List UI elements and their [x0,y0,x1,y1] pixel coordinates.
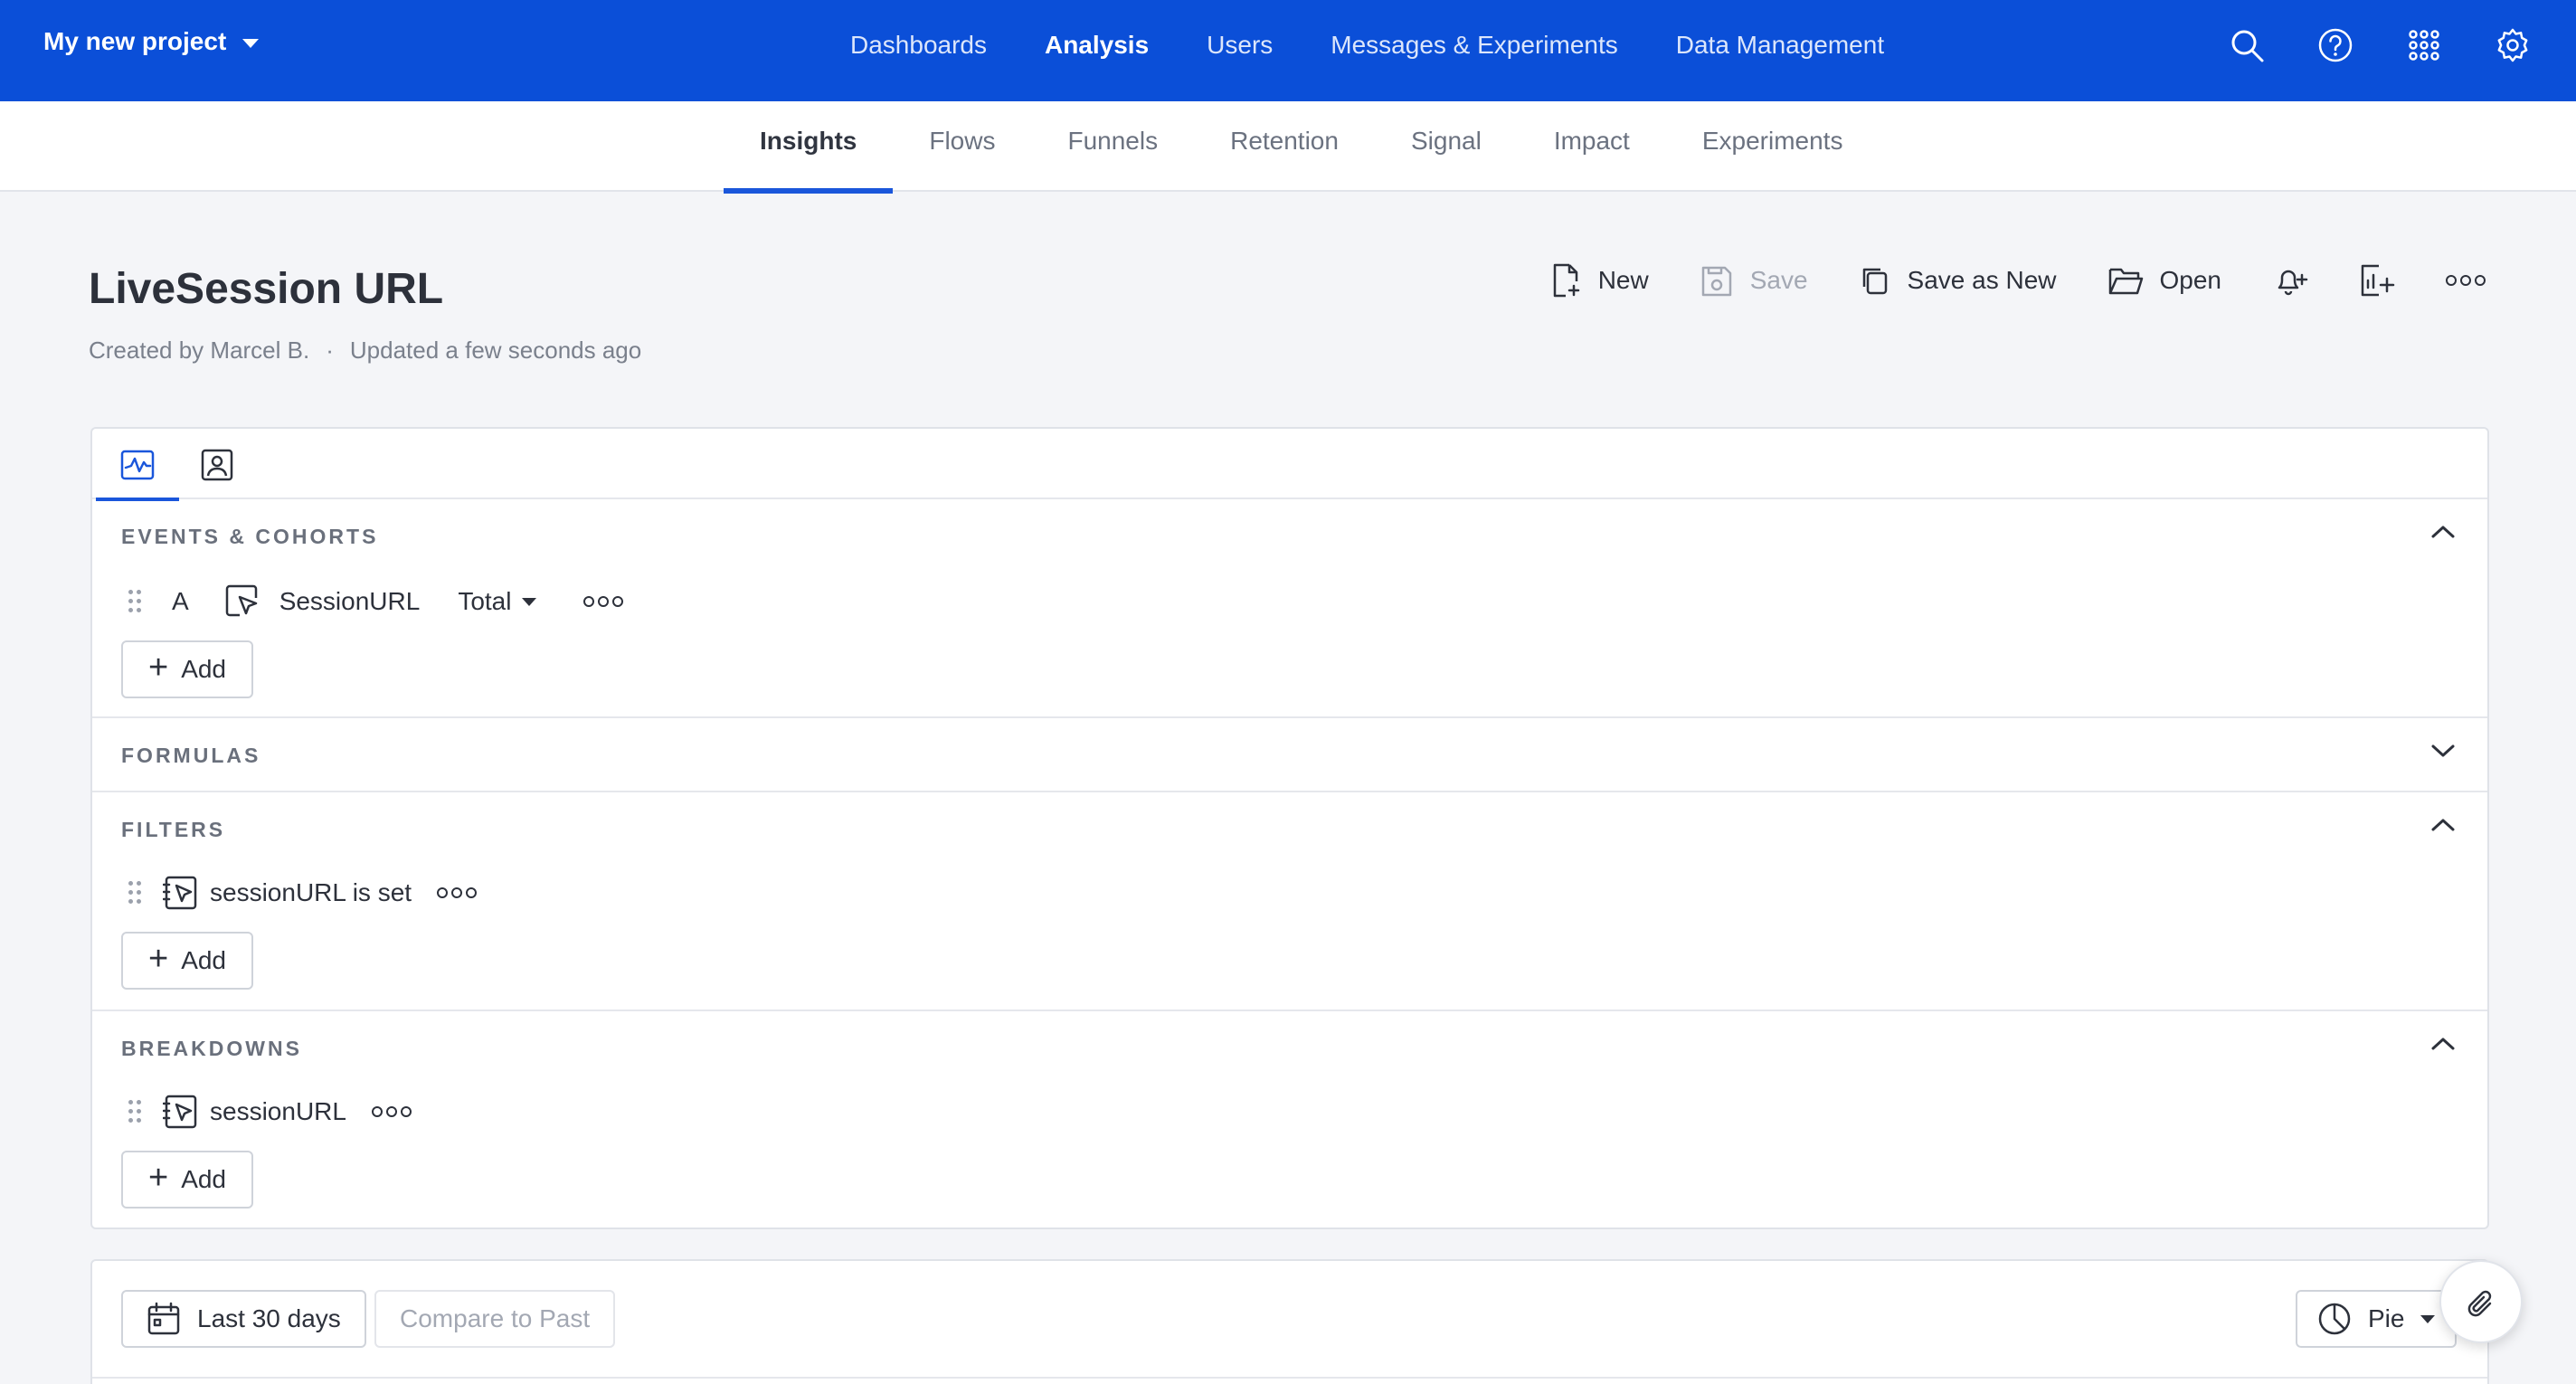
top-navigation-bar: My new project Dashboards Analysis Users… [0,0,2576,101]
event-row: A SessionURL Total [128,584,624,619]
page-title[interactable]: LiveSession URL [89,264,443,314]
ellipsis-icon[interactable] [583,596,624,607]
more-options-button[interactable] [2446,275,2486,286]
bell-plus-icon [2278,270,2308,296]
chart-icon[interactable] [96,445,179,501]
nav-messages-experiments[interactable]: Messages & Experiments [1331,31,1617,60]
event-letter: A [172,587,189,615]
property-icon [163,876,197,910]
analysis-subnav: Insights Flows Funnels Retention Signal … [0,101,2576,194]
add-event-button[interactable]: + Add [121,640,253,698]
chevron-down-icon[interactable] [2429,742,2457,764]
panel-divider [92,1377,2487,1379]
filter-label[interactable]: sessionURL is set [210,878,412,907]
drag-handle-icon[interactable] [128,590,141,613]
report-actions: New Save Save as New Open [1549,262,2486,299]
ellipsis-icon [2446,275,2486,286]
section-heading: EVENTS & COHORTS [121,525,379,548]
property-icon [163,1095,197,1129]
top-icons [2227,25,2533,65]
tab-insights[interactable]: Insights [724,101,894,194]
ellipsis-icon[interactable] [437,887,478,898]
chevron-up-icon[interactable] [2429,816,2457,839]
updated-at: Updated a few seconds ago [349,337,642,364]
query-builder-panel: EVENTS & COHORTS A SessionURL Total + Ad… [90,427,2489,1229]
meta-separator: · [326,337,334,364]
plus-icon: + [147,649,169,687]
section-heading: FILTERS [121,818,226,841]
copy-icon [1862,268,1887,295]
breakdowns-section: BREAKDOWNS sessionURL + Add [92,1011,2487,1229]
chevron-up-icon[interactable] [2429,1035,2457,1057]
report-meta: Created by Marcel B. · Updated a few sec… [89,337,641,365]
chevron-down-icon [522,597,537,606]
drag-handle-icon[interactable] [128,881,141,905]
compare-to-past-button[interactable]: Compare to Past [374,1290,616,1348]
section-heading: BREAKDOWNS [121,1037,302,1060]
ellipsis-icon[interactable] [371,1106,412,1117]
save-icon [1701,266,1731,297]
chevron-down-icon [242,39,260,48]
tab-retention[interactable]: Retention [1194,101,1375,192]
calendar-icon [147,1302,180,1335]
new-button[interactable]: New [1549,262,1649,299]
paperclip-icon [2467,1290,2492,1317]
alert-button[interactable] [2272,262,2308,299]
add-breakdown-button[interactable]: + Add [121,1151,253,1209]
nav-analysis[interactable]: Analysis [1045,31,1149,60]
project-selector[interactable]: My new project [43,27,260,56]
breakdown-label[interactable]: sessionURL [210,1097,346,1126]
events-cohorts-section: EVENTS & COHORTS A SessionURL Total + Ad… [92,499,2487,718]
settings-gear-icon[interactable] [2493,25,2533,65]
chart-type-dropdown[interactable]: Pie [2296,1290,2458,1348]
apps-grid-icon[interactable] [2404,25,2444,65]
tab-experiments[interactable]: Experiments [1666,101,1880,192]
tab-funnels[interactable]: Funnels [1031,101,1194,192]
chevron-down-icon [2420,1314,2436,1323]
filters-section: FILTERS sessionURL is set + Add [92,792,2487,1011]
attachment-button[interactable] [2439,1260,2523,1343]
save-as-new-button[interactable]: Save as New [1859,264,2057,297]
nav-dashboards[interactable]: Dashboards [850,31,987,60]
aggregation-dropdown[interactable]: Total [458,587,537,616]
new-file-icon [1553,263,1579,298]
chevron-up-icon[interactable] [2429,523,2457,545]
panel-tabs [92,429,2487,501]
click-event-icon [225,584,257,617]
nav-users[interactable]: Users [1207,31,1273,60]
add-to-dashboard-button[interactable] [2359,262,2395,299]
user-profile-icon[interactable] [197,445,237,485]
nav-data-management[interactable]: Data Management [1676,31,1884,60]
search-icon[interactable] [2227,25,2267,65]
breakdown-row: sessionURL [128,1095,412,1129]
chart-controls-panel: Last 30 days Compare to Past Pie [90,1259,2489,1384]
plus-icon: + [147,940,169,978]
help-icon[interactable] [2316,25,2355,65]
open-button[interactable]: Open [2107,264,2221,297]
tab-impact[interactable]: Impact [1518,101,1666,192]
folder-icon [2108,268,2143,295]
save-button[interactable]: Save [1700,262,1808,299]
date-range-button[interactable]: Last 30 days [121,1290,366,1348]
project-name: My new project [43,27,227,55]
plus-icon: + [147,1159,169,1197]
formulas-section: FORMULAS [92,718,2487,792]
main-nav: Dashboards Analysis Users Messages & Exp… [850,31,1884,60]
tab-flows[interactable]: Flows [893,101,1031,192]
tab-signal[interactable]: Signal [1375,101,1518,192]
section-heading: FORMULAS [121,744,261,767]
filter-row: sessionURL is set [128,876,478,910]
created-by: Created by Marcel B. [89,337,310,364]
pie-chart-icon [2318,1303,2351,1335]
add-filter-button[interactable]: + Add [121,932,253,990]
dashboard-add-icon [2361,264,2395,297]
event-name[interactable]: SessionURL [279,587,421,616]
drag-handle-icon[interactable] [128,1100,141,1123]
